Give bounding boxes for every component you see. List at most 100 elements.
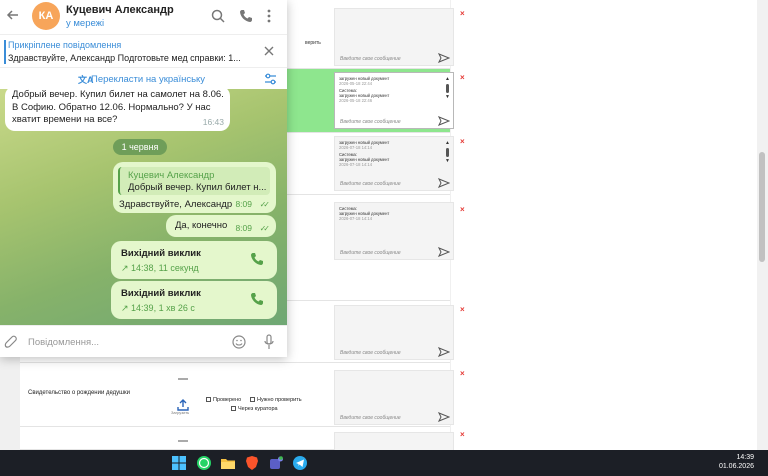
comment-placeholder: Введите свое сообщение — [340, 56, 401, 62]
comment-box[interactable]: загружен новый документ 2026-07-18 14:14… — [334, 136, 454, 191]
comment-box[interactable]: Введите свое сообщение — [334, 305, 454, 360]
comment-box[interactable] — [334, 432, 454, 450]
comment-scroll-thumb[interactable] — [446, 148, 449, 157]
windows-start-icon[interactable] — [171, 455, 187, 471]
message-time: 8:09 — [235, 222, 252, 233]
row-separator-mark — [178, 440, 188, 442]
read-checkmarks-icon: ✓✓ — [259, 199, 271, 209]
comment-placeholder: Введите свое сообщение — [340, 415, 401, 421]
comment-box[interactable]: загружен новый документ 2026-05-18 22:44… — [334, 72, 454, 129]
checkbox-curator[interactable]: Через куратора — [231, 406, 278, 412]
back-arrow-icon[interactable] — [6, 8, 20, 22]
comment-placeholder: Введите свое сообщение — [340, 350, 401, 356]
comment-date: 2026-05-18 22:44 — [339, 81, 373, 86]
comment-box[interactable]: Введите свое сообщение — [334, 8, 454, 66]
phone-icon[interactable] — [239, 9, 253, 23]
page-scrollbar-thumb[interactable] — [759, 152, 765, 262]
phone-icon[interactable] — [250, 292, 264, 306]
checkbox-need-verify-label: Нужно проверить — [257, 397, 302, 403]
close-icon[interactable]: × — [460, 9, 465, 18]
close-icon[interactable]: × — [460, 430, 465, 439]
row-separator-mark — [178, 378, 188, 380]
send-icon[interactable] — [438, 347, 450, 357]
call-details: ↗ 14:38, 11 секунд — [121, 263, 199, 273]
close-icon[interactable]: × — [460, 73, 465, 82]
chat-name[interactable]: Куцевич Александр — [66, 4, 174, 16]
outgoing-message[interactable]: Да, конечно 8:09 ✓✓ — [166, 215, 276, 237]
comment-date: 2026-07-18 14:14 — [339, 216, 373, 221]
send-icon[interactable] — [438, 412, 450, 422]
close-icon[interactable]: × — [460, 137, 465, 146]
pinned-title: Прикріплене повідомлення — [8, 40, 122, 50]
verify-label: верить — [305, 40, 321, 46]
translate-bar[interactable]: 文A Перекласти на українську — [0, 67, 287, 89]
send-icon[interactable] — [438, 247, 450, 257]
call-details: ↗ 14:39, 1 хв 26 с — [121, 303, 195, 313]
message-composer — [0, 325, 287, 357]
comment-scroll-thumb[interactable] — [446, 84, 449, 93]
search-icon[interactable] — [211, 9, 225, 23]
close-icon[interactable]: × — [460, 369, 465, 378]
comment-scrollbar[interactable]: ▲ ▼ — [445, 77, 450, 105]
chat-header: КА Куцевич Александр у мережі — [0, 0, 287, 34]
checkbox-verified[interactable]: Проверено — [206, 397, 241, 403]
message-time: 16:43 — [202, 116, 224, 127]
outgoing-call-message[interactable]: Вихідний виклик ↗ 14:39, 1 хв 26 с — [111, 281, 277, 319]
chat-messages-area[interactable]: Добрый вечер. Купил билет на самолет на … — [0, 89, 287, 325]
telegram-window: КА Куцевич Александр у мережі Прикріплен… — [0, 0, 287, 357]
file-explorer-icon[interactable] — [220, 455, 236, 471]
brave-browser-icon[interactable] — [244, 455, 260, 471]
checkbox-curator-label: Через куратора — [238, 406, 278, 412]
taskbar-time[interactable]: 14:39 — [714, 454, 754, 461]
outgoing-reply-message[interactable]: Куцевич Александр Добрый вечер. Купил би… — [113, 162, 276, 213]
comment-placeholder: Введите свое сообщение — [340, 119, 401, 125]
scroll-up-icon[interactable]: ▲ — [445, 141, 450, 146]
emoji-icon[interactable] — [232, 335, 246, 349]
scroll-down-icon[interactable]: ▼ — [445, 159, 450, 164]
microphone-icon[interactable] — [264, 334, 274, 350]
windows-taskbar: 14:39 01.06.2026 — [0, 450, 768, 476]
document-row: × — [20, 427, 465, 450]
call-title: Вихідний виклик — [121, 248, 201, 259]
scroll-down-icon[interactable]: ▼ — [445, 95, 450, 100]
send-icon[interactable] — [438, 178, 450, 188]
translate-button[interactable]: Перекласти на українську — [91, 74, 205, 85]
close-icon[interactable] — [263, 45, 275, 57]
message-input[interactable] — [28, 334, 218, 350]
avatar[interactable]: КА — [32, 2, 60, 30]
message-text: Добрый вечер. Купил билет на самолет на … — [12, 89, 224, 125]
close-icon[interactable]: × — [460, 305, 465, 314]
pinned-text: Здравствуйте, Александр Подготовьте мед … — [8, 53, 241, 63]
checkbox-need-verify[interactable]: Нужно проверить — [250, 397, 302, 403]
comment-placeholder: Введите свое сообщение — [340, 181, 401, 187]
scroll-up-icon[interactable]: ▲ — [445, 77, 450, 82]
comment-placeholder: Введите свое сообщение — [340, 250, 401, 256]
pinned-message-bar[interactable]: Прикріплене повідомлення Здравствуйте, А… — [0, 34, 287, 67]
settings-sliders-icon[interactable] — [264, 73, 277, 85]
upload-label[interactable]: Загрузить — [171, 410, 189, 415]
date-separator: 1 червня — [113, 139, 167, 155]
message-time: 8:09 — [235, 198, 252, 209]
telegram-icon[interactable] — [292, 455, 308, 471]
reply-text: Добрый вечер. Купил билет н... — [128, 182, 267, 193]
reply-quote[interactable]: Куцевич Александр Добрый вечер. Купил би… — [118, 167, 270, 195]
comment-box[interactable]: Система: загружен новый документ 2026-07… — [334, 202, 454, 260]
comment-thread: Система: загружен новый документ 2026-07… — [339, 206, 447, 223]
outgoing-call-message[interactable]: Вихідний виклик ↗ 14:38, 11 секунд — [111, 241, 277, 279]
paperclip-icon[interactable] — [4, 335, 18, 349]
close-icon[interactable]: × — [460, 205, 465, 214]
send-icon[interactable] — [438, 116, 450, 126]
reply-author: Куцевич Александр — [128, 170, 215, 181]
right-blank-panel — [451, 0, 757, 450]
whatsapp-icon[interactable] — [196, 455, 212, 471]
taskbar-date[interactable]: 01.06.2026 — [714, 463, 754, 470]
comment-scrollbar[interactable]: ▲ ▼ — [445, 141, 450, 169]
more-vertical-icon[interactable] — [264, 9, 274, 23]
comment-box[interactable]: Введите свое сообщение — [334, 370, 454, 425]
incoming-message[interactable]: Добрый вечер. Купил билет на самолет на … — [5, 89, 230, 131]
phone-icon[interactable] — [250, 252, 264, 266]
send-icon[interactable] — [438, 53, 450, 63]
document-name: Свидетельство о рождении дедушки — [28, 390, 130, 396]
checkbox-verified-label: Проверено — [213, 397, 242, 403]
teams-icon[interactable] — [268, 455, 284, 471]
